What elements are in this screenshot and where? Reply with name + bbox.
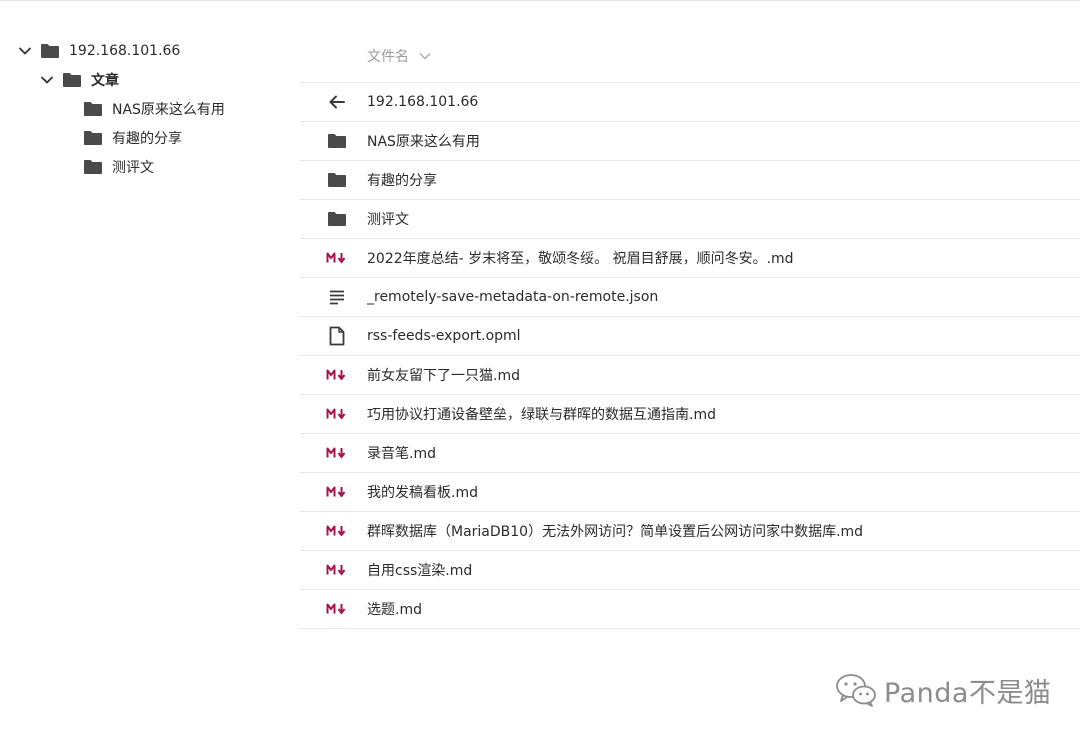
file-row-markdown[interactable]: 录音笔.md [300,434,1080,473]
file-name: 192.168.101.66 [367,94,479,110]
watermark-text: Panda不是猫 [884,677,1052,709]
file-name: 前女友留下了一只猫.md [367,368,520,384]
chevron-down-icon[interactable] [18,44,32,58]
file-row-folder[interactable]: 测评文 [300,200,1080,239]
file-row-folder[interactable]: 有趣的分享 [300,161,1080,200]
folder-icon [326,209,348,229]
file-list: 文件名 192.168.101.66 NAS原来这么有用 有趣的分享 测评文 2… [300,30,1080,629]
tree-item-articles[interactable]: 文章 [40,66,119,94]
file-row-markdown[interactable]: 选题.md [300,590,1080,629]
folder-icon [83,130,103,146]
markdown-icon [326,521,348,541]
tree-item-label: 测评文 [112,160,154,176]
text-lines-icon [326,287,348,307]
tree-item-child[interactable]: NAS原来这么有用 [83,95,225,123]
file-name: 我的发稿看板.md [367,485,478,501]
file-name: 群晖数据库（MariaDB10）无法外网访问？简单设置后公网访问家中数据库.md [367,524,864,540]
file-row-markdown[interactable]: 自用css渲染.md [300,551,1080,590]
document-icon [326,326,348,346]
sort-label: 文件名 [367,49,409,65]
file-row-markdown[interactable]: 前女友留下了一只猫.md [300,356,1080,395]
markdown-icon [326,404,348,424]
folder-tree: 192.168.101.66 文章 NAS原来这么有用 有趣的分享 测评文 [0,0,290,737]
file-name: rss-feeds-export.opml [367,328,521,344]
markdown-icon [326,365,348,385]
back-arrow-icon[interactable] [326,92,348,112]
file-name: 有趣的分享 [367,173,437,189]
folder-icon [83,101,103,117]
tree-item-child[interactable]: 有趣的分享 [83,124,182,152]
chevron-down-icon [419,50,431,62]
tree-item-root[interactable]: 192.168.101.66 [18,37,180,65]
markdown-icon [326,599,348,619]
file-row-back[interactable]: 192.168.101.66 [300,83,1080,122]
tree-item-label: 192.168.101.66 [69,43,181,59]
folder-icon [40,43,60,59]
file-list-header: 文件名 [300,30,1080,83]
file-name: 巧用协议打通设备壁垒，绿联与群晖的数据互通指南.md [367,407,716,423]
file-name: NAS原来这么有用 [367,134,480,150]
tree-item-child[interactable]: 测评文 [83,153,154,181]
file-name: _remotely-save-metadata-on-remote.json [367,289,659,305]
markdown-icon [326,248,348,268]
tree-item-label: 文章 [91,73,119,89]
file-name: 录音笔.md [367,446,436,462]
markdown-icon [326,443,348,463]
tree-item-label: NAS原来这么有用 [112,102,225,118]
markdown-icon [326,482,348,502]
file-row-folder[interactable]: NAS原来这么有用 [300,122,1080,161]
folder-icon [326,131,348,151]
wechat-icon [834,670,878,710]
folder-icon [326,170,348,190]
file-name: 2022年度总结- 岁末将至，敬颂冬绥。 祝眉目舒展，顺问冬安。.md [367,251,794,267]
markdown-icon [326,560,348,580]
file-row-json[interactable]: _remotely-save-metadata-on-remote.json [300,278,1080,317]
chevron-down-icon[interactable] [40,73,54,87]
sort-by-name-button[interactable]: 文件名 [367,46,431,66]
file-name: 自用css渲染.md [367,563,473,579]
folder-icon [62,72,82,88]
file-name: 选题.md [367,602,422,618]
tree-item-label: 有趣的分享 [112,131,182,147]
folder-icon [83,159,103,175]
file-row-markdown[interactable]: 巧用协议打通设备壁垒，绿联与群晖的数据互通指南.md [300,395,1080,434]
file-row-markdown[interactable]: 群晖数据库（MariaDB10）无法外网访问？简单设置后公网访问家中数据库.md [300,512,1080,551]
watermark: Panda不是猫 [834,668,1051,712]
file-row-markdown[interactable]: 2022年度总结- 岁末将至，敬颂冬绥。 祝眉目舒展，顺问冬安。.md [300,239,1080,278]
file-row-document[interactable]: rss-feeds-export.opml [300,317,1080,356]
file-name: 测评文 [367,212,409,228]
file-row-markdown[interactable]: 我的发稿看板.md [300,473,1080,512]
